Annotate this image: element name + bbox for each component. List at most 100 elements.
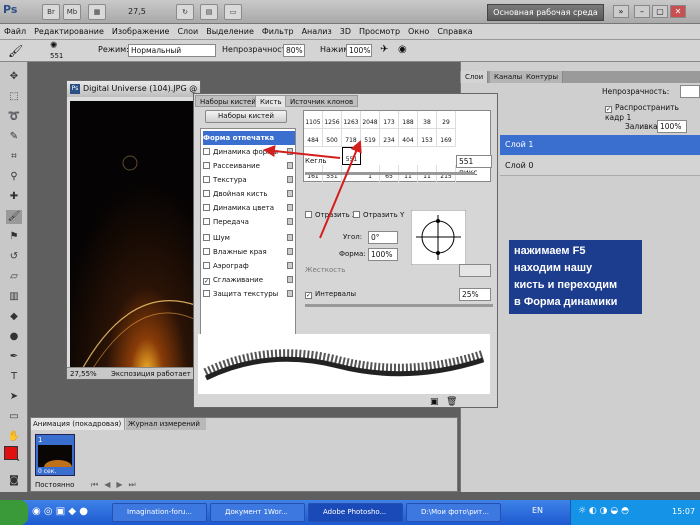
- lock-icon[interactable]: [287, 162, 293, 169]
- minimize-button[interactable]: –: [634, 5, 650, 18]
- zoom-level[interactable]: 27,5: [128, 7, 146, 16]
- brush-tip[interactable]: 173: [380, 111, 399, 129]
- menu-view[interactable]: Просмотр: [355, 24, 404, 40]
- flow-input[interactable]: 100%: [346, 44, 372, 57]
- spacing-input[interactable]: 25%: [459, 288, 491, 301]
- brush-tip[interactable]: 169: [437, 129, 456, 147]
- lock-icon[interactable]: [287, 234, 293, 241]
- menu-image[interactable]: Изображение: [108, 24, 174, 40]
- angle-input[interactable]: 0°: [368, 231, 398, 244]
- layer-row[interactable]: Слой 0: [500, 156, 700, 176]
- blur-tool-icon[interactable]: ◆: [6, 310, 22, 324]
- rotate-icon[interactable]: ↻: [176, 4, 194, 20]
- list-item-transfer[interactable]: Передача: [203, 215, 295, 229]
- bridge-button[interactable]: Br: [42, 4, 60, 20]
- list-item-color-dynamics[interactable]: Динамика цвета: [203, 201, 295, 215]
- loop-select[interactable]: Постоянно: [35, 481, 74, 489]
- healing-brush-icon[interactable]: ✚: [6, 190, 22, 204]
- grid-icon[interactable]: ▦: [88, 4, 106, 20]
- quick-select-icon[interactable]: ✎: [6, 130, 22, 144]
- brush-tip-selected[interactable]: 551: [342, 147, 361, 165]
- lock-icon[interactable]: [287, 290, 293, 297]
- checkbox[interactable]: [203, 148, 210, 155]
- menu-filter[interactable]: Фильтр: [258, 24, 298, 40]
- brush-tip[interactable]: 38: [418, 111, 437, 129]
- maximize-button[interactable]: ▢: [652, 5, 668, 18]
- tray-icons[interactable]: ☼ ◐ ◑ ◒ ◓: [578, 506, 629, 516]
- dodge-tool-icon[interactable]: ●: [6, 330, 22, 344]
- checkbox[interactable]: [203, 218, 210, 225]
- brush-tool-icon[interactable]: 🖌: [6, 210, 22, 224]
- taskbar-item-active[interactable]: Adobe Photosho...: [308, 503, 403, 522]
- mode-select[interactable]: Нормальный: [128, 44, 216, 57]
- hardness-input[interactable]: [459, 264, 491, 277]
- lock-icon[interactable]: [287, 218, 293, 225]
- tab-layers[interactable]: Слои: [461, 71, 489, 83]
- quick-launch-icons[interactable]: ◉ ◎ ▣ ◆ ●: [32, 506, 88, 517]
- hand-tool-icon[interactable]: ✋: [6, 430, 22, 444]
- checkbox[interactable]: [203, 248, 210, 255]
- list-item-brush-tip[interactable]: Форма отпечатка кисти: [203, 131, 295, 156]
- list-item-shape-dynamics[interactable]: Динамика формы: [203, 145, 295, 159]
- list-item-smoothing[interactable]: ✓ Сглаживание: [203, 273, 295, 287]
- list-item-dual-brush[interactable]: Двойная кисть: [203, 187, 295, 201]
- history-brush-icon[interactable]: ↺: [6, 250, 22, 264]
- lasso-tool-icon[interactable]: ➰: [6, 110, 22, 124]
- brush-tip[interactable]: 2048: [361, 111, 380, 129]
- menu-analysis[interactable]: Анализ: [298, 24, 336, 40]
- menu-3d[interactable]: 3D: [336, 24, 355, 40]
- lock-icon[interactable]: [287, 248, 293, 255]
- brush-tip[interactable]: 500: [323, 129, 342, 147]
- lock-icon[interactable]: [287, 176, 293, 183]
- lock-icon[interactable]: [287, 204, 293, 211]
- playback-controls[interactable]: ⏮◀▶⏭: [91, 480, 142, 490]
- tab-animation[interactable]: Анимация (покадровая): [31, 418, 125, 430]
- flip-x-checkbox[interactable]: Отразить X: [305, 211, 357, 219]
- checkbox[interactable]: [203, 234, 210, 241]
- lock-icon[interactable]: [287, 190, 293, 197]
- brush-tip[interactable]: 234: [380, 129, 399, 147]
- animation-frame[interactable]: 1 0 сек.: [35, 434, 75, 476]
- brush-tip[interactable]: 1105: [304, 111, 323, 129]
- tab-clone-source[interactable]: Источник клонов: [285, 95, 359, 107]
- arrange-icon[interactable]: ▤: [200, 4, 218, 20]
- foreground-color-swatch[interactable]: [4, 446, 18, 460]
- menu-file[interactable]: Файл: [0, 24, 30, 40]
- marquee-tool-icon[interactable]: ⬚: [6, 90, 22, 104]
- size-input[interactable]: 551 пикс: [456, 155, 492, 177]
- close-button[interactable]: ✕: [670, 5, 686, 18]
- taskbar-item[interactable]: D:\Мои фото\рит...: [406, 503, 501, 522]
- new-brush-icon[interactable]: ▣: [430, 397, 439, 407]
- brush-presets-button[interactable]: Наборы кистей: [205, 110, 287, 123]
- brush-tip[interactable]: 153: [418, 129, 437, 147]
- tab-brush[interactable]: Кисть: [255, 95, 287, 107]
- flip-y-checkbox[interactable]: Отразить Y: [353, 211, 404, 219]
- tab-paths[interactable]: Контуры: [522, 71, 564, 83]
- brush-tip[interactable]: 718: [342, 129, 361, 147]
- tab-brush-presets[interactable]: Наборы кистей: [195, 95, 261, 107]
- start-button[interactable]: [0, 500, 28, 525]
- lock-icon[interactable]: [287, 148, 293, 155]
- checkbox[interactable]: [203, 190, 210, 197]
- checkbox[interactable]: [203, 176, 210, 183]
- shape-tool-icon[interactable]: ▭: [6, 410, 22, 424]
- list-item-noise[interactable]: Шум: [203, 231, 295, 245]
- taskbar-item[interactable]: Документ 1Wor...: [210, 503, 305, 522]
- brush-preview-icon[interactable]: ✺: [50, 41, 58, 51]
- roundness-input[interactable]: 100%: [368, 248, 398, 261]
- taskbar-item[interactable]: Imagination-foru...: [112, 503, 207, 522]
- document-title[interactable]: Digital Universe (104).JPG @ 27,5% (Слой…: [67, 81, 200, 109]
- list-item-scattering[interactable]: Рассеивание: [203, 159, 295, 173]
- menu-select[interactable]: Выделение: [202, 24, 258, 40]
- checkbox[interactable]: [203, 204, 210, 211]
- type-tool-icon[interactable]: T: [6, 370, 22, 384]
- eyedropper-icon[interactable]: ⚲: [6, 170, 22, 184]
- brush-tip[interactable]: 1256: [323, 111, 342, 129]
- brush-angle-preview[interactable]: [411, 210, 466, 265]
- layer-opacity-input[interactable]: [680, 85, 700, 98]
- path-select-icon[interactable]: ➤: [6, 390, 22, 404]
- spacing-checkbox[interactable]: ✓ Интервалы: [305, 290, 356, 299]
- crop-tool-icon[interactable]: ⌗: [6, 150, 22, 164]
- lock-icon[interactable]: [287, 276, 293, 283]
- checkbox[interactable]: [203, 290, 210, 297]
